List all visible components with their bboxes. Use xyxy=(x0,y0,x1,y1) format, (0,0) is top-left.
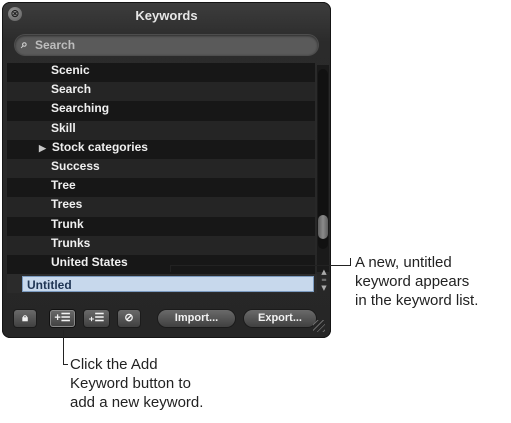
callout-line-3: add a new keyword. xyxy=(70,394,204,411)
callout-leader xyxy=(63,364,68,365)
keyword-row[interactable]: Trees xyxy=(7,197,315,217)
add-button-callout: Click the Add Keyword button to add a ne… xyxy=(70,355,203,412)
lock-button[interactable]: 🔒︎ xyxy=(14,310,36,327)
keyword-label: Trunks xyxy=(51,235,91,250)
new-row-stepper[interactable]: ▲ ═ ▼ xyxy=(319,268,329,292)
add-child-keyword-icon: ₊☰ xyxy=(88,312,105,324)
keyword-row[interactable]: ▶ Stock categories xyxy=(7,139,315,159)
import-button[interactable]: Import... xyxy=(158,310,235,327)
resize-grip-icon[interactable] xyxy=(313,320,325,332)
callout-leader xyxy=(170,265,350,266)
keyword-row[interactable]: Searching xyxy=(7,101,315,121)
keyword-label: Skill xyxy=(51,120,76,135)
new-keyword-field[interactable]: Untitled xyxy=(22,276,314,292)
keyword-label: United States xyxy=(51,254,128,269)
callout-leader xyxy=(63,330,64,365)
remove-icon: ⊘ xyxy=(124,312,134,324)
keyword-row[interactable]: Scenic xyxy=(7,63,315,83)
keyword-row[interactable]: Trunks xyxy=(7,235,315,255)
add-child-keyword-button[interactable]: ₊☰ xyxy=(84,310,109,327)
keyword-label: Tree xyxy=(51,178,76,193)
disclosure-triangle-icon[interactable]: ▶ xyxy=(39,143,46,153)
keyword-row[interactable]: Search xyxy=(7,82,315,102)
keyword-row[interactable]: Success xyxy=(7,158,315,179)
callout-line-2: Keyword button to xyxy=(70,375,191,392)
callout-line-3: in the keyword list. xyxy=(355,292,479,309)
callout-leader xyxy=(170,265,171,272)
callout-leader xyxy=(350,258,351,266)
search-placeholder: Search xyxy=(35,38,76,52)
lock-icon: 🔒︎ xyxy=(22,312,28,324)
add-keyword-button[interactable]: +☰ xyxy=(50,310,75,327)
keyword-label: Scenic xyxy=(51,63,90,77)
remove-keyword-button[interactable]: ⊘ xyxy=(118,310,140,327)
keyword-label: Search xyxy=(51,82,92,97)
new-keyword-callout: A new, untitled keyword appears in the k… xyxy=(355,253,478,310)
callout-line-1: Click the Add xyxy=(70,356,158,373)
callout-line-2: keyword appears xyxy=(355,273,470,290)
keyword-list-scrollbar[interactable] xyxy=(317,65,329,272)
window-title: Keywords xyxy=(135,8,198,23)
keyword-label: Trees xyxy=(51,197,83,212)
export-button[interactable]: Export... xyxy=(244,310,316,327)
keyword-row[interactable]: Skill xyxy=(7,120,315,140)
keyword-label: Searching xyxy=(51,101,110,116)
keyword-list: Scenic Search Searching Skill ▶ Stock categor… xyxy=(7,63,315,275)
keyword-row[interactable]: Trunk xyxy=(7,216,315,236)
keyword-row[interactable]: Tree xyxy=(7,178,315,198)
keyword-label: Trunk xyxy=(51,216,84,231)
search-field[interactable]: ⌕ Search xyxy=(15,35,318,55)
add-keyword-icon: +☰ xyxy=(54,312,71,324)
scroll-thumb[interactable] xyxy=(318,215,328,239)
keyword-label: Success xyxy=(51,158,100,173)
callout-line-1: A new, untitled xyxy=(355,254,452,271)
keyword-label: Stock categories xyxy=(51,139,148,154)
search-icon: ⌕ xyxy=(21,37,28,51)
